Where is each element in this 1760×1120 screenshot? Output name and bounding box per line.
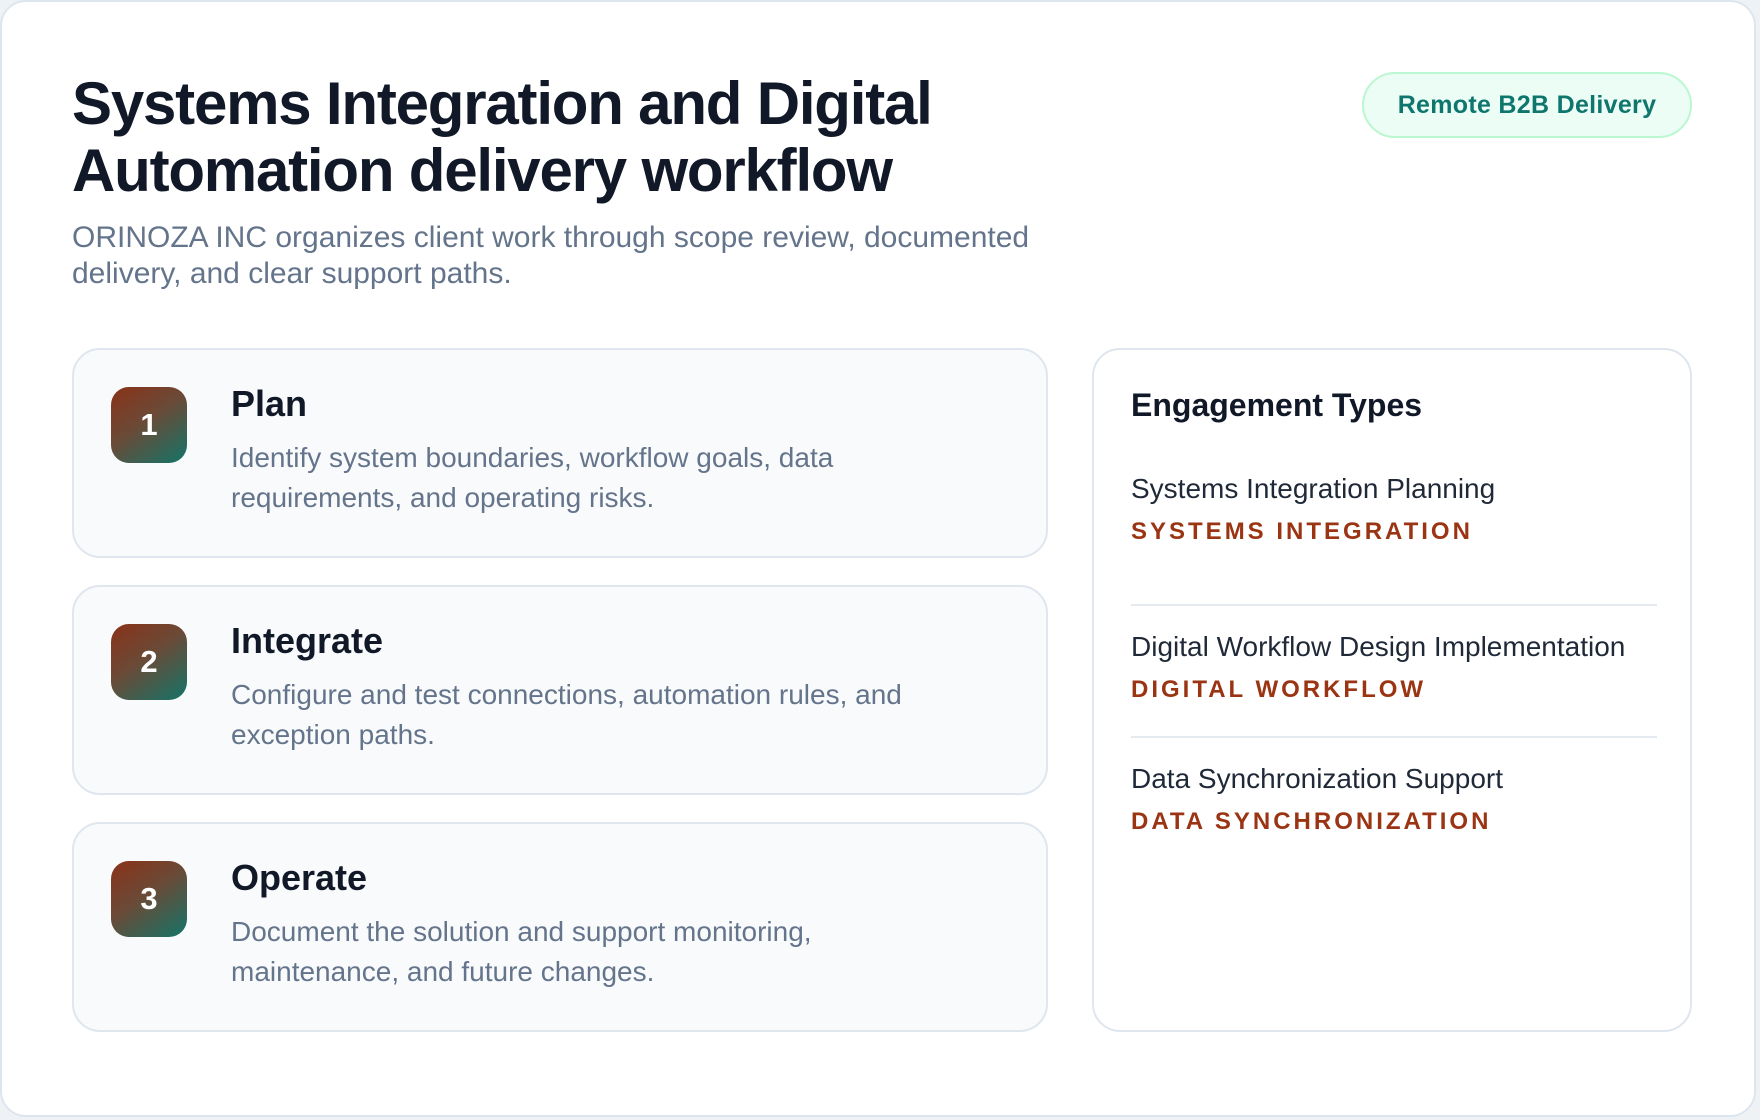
workflow-step-plan: 1 Plan Identify system boundaries, workf… — [72, 348, 1048, 558]
remote-delivery-badge: Remote B2B Delivery — [1362, 72, 1692, 138]
engagement-name: Digital Workflow Design Implementation — [1131, 631, 1626, 662]
workflow-header: Systems Integration and Digital Automati… — [72, 70, 1692, 300]
delivery-workflow-card: Systems Integration and Digital Automati… — [0, 0, 1756, 1117]
engagement-types-title: Engagement Types — [1131, 387, 1423, 423]
step-description: Document the solution and support monito… — [231, 916, 812, 987]
engagement-types-panel: Engagement Types Systems Integration Pla… — [1092, 348, 1692, 1032]
engagement-name: Systems Integration Planning — [1131, 473, 1496, 504]
engagement-category: SYSTEMS INTEGRATION — [1131, 518, 1473, 545]
engagement-category: DATA SYNCHRONIZATION — [1131, 808, 1492, 835]
engagement-item-digital-workflow: Digital Workflow Design Implementation D… — [1131, 604, 1657, 710]
engagement-category: DIGITAL WORKFLOW — [1131, 676, 1427, 703]
workflow-steps: 1 Plan Identify system boundaries, workf… — [72, 348, 1048, 1032]
engagement-name: Data Synchronization Support — [1131, 763, 1503, 794]
step-number-badge: 1 — [111, 387, 187, 463]
page-subtitle: ORINOZA INC organizes client work throug… — [72, 221, 1030, 290]
page-title: Systems Integration and Digital Automati… — [72, 70, 933, 204]
step-description: Configure and test connections, automati… — [231, 679, 902, 750]
engagement-item-systems-integration: Systems Integration Planning SYSTEMS INT… — [1131, 472, 1657, 578]
engagement-item-data-synchronization: Data Synchronization Support DATA SYNCHR… — [1131, 736, 1657, 842]
engagement-types-list: Systems Integration Planning SYSTEMS INT… — [1131, 472, 1657, 842]
step-title: Plan — [231, 383, 308, 424]
step-number-badge: 2 — [111, 624, 187, 700]
step-number-badge: 3 — [111, 861, 187, 937]
step-description: Identify system boundaries, workflow goa… — [231, 442, 834, 513]
step-title: Integrate — [231, 620, 384, 661]
workflow-step-operate: 3 Operate Document the solution and supp… — [72, 822, 1048, 1032]
workflow-step-integrate: 2 Integrate Configure and test connectio… — [72, 585, 1048, 795]
step-title: Operate — [231, 857, 368, 898]
